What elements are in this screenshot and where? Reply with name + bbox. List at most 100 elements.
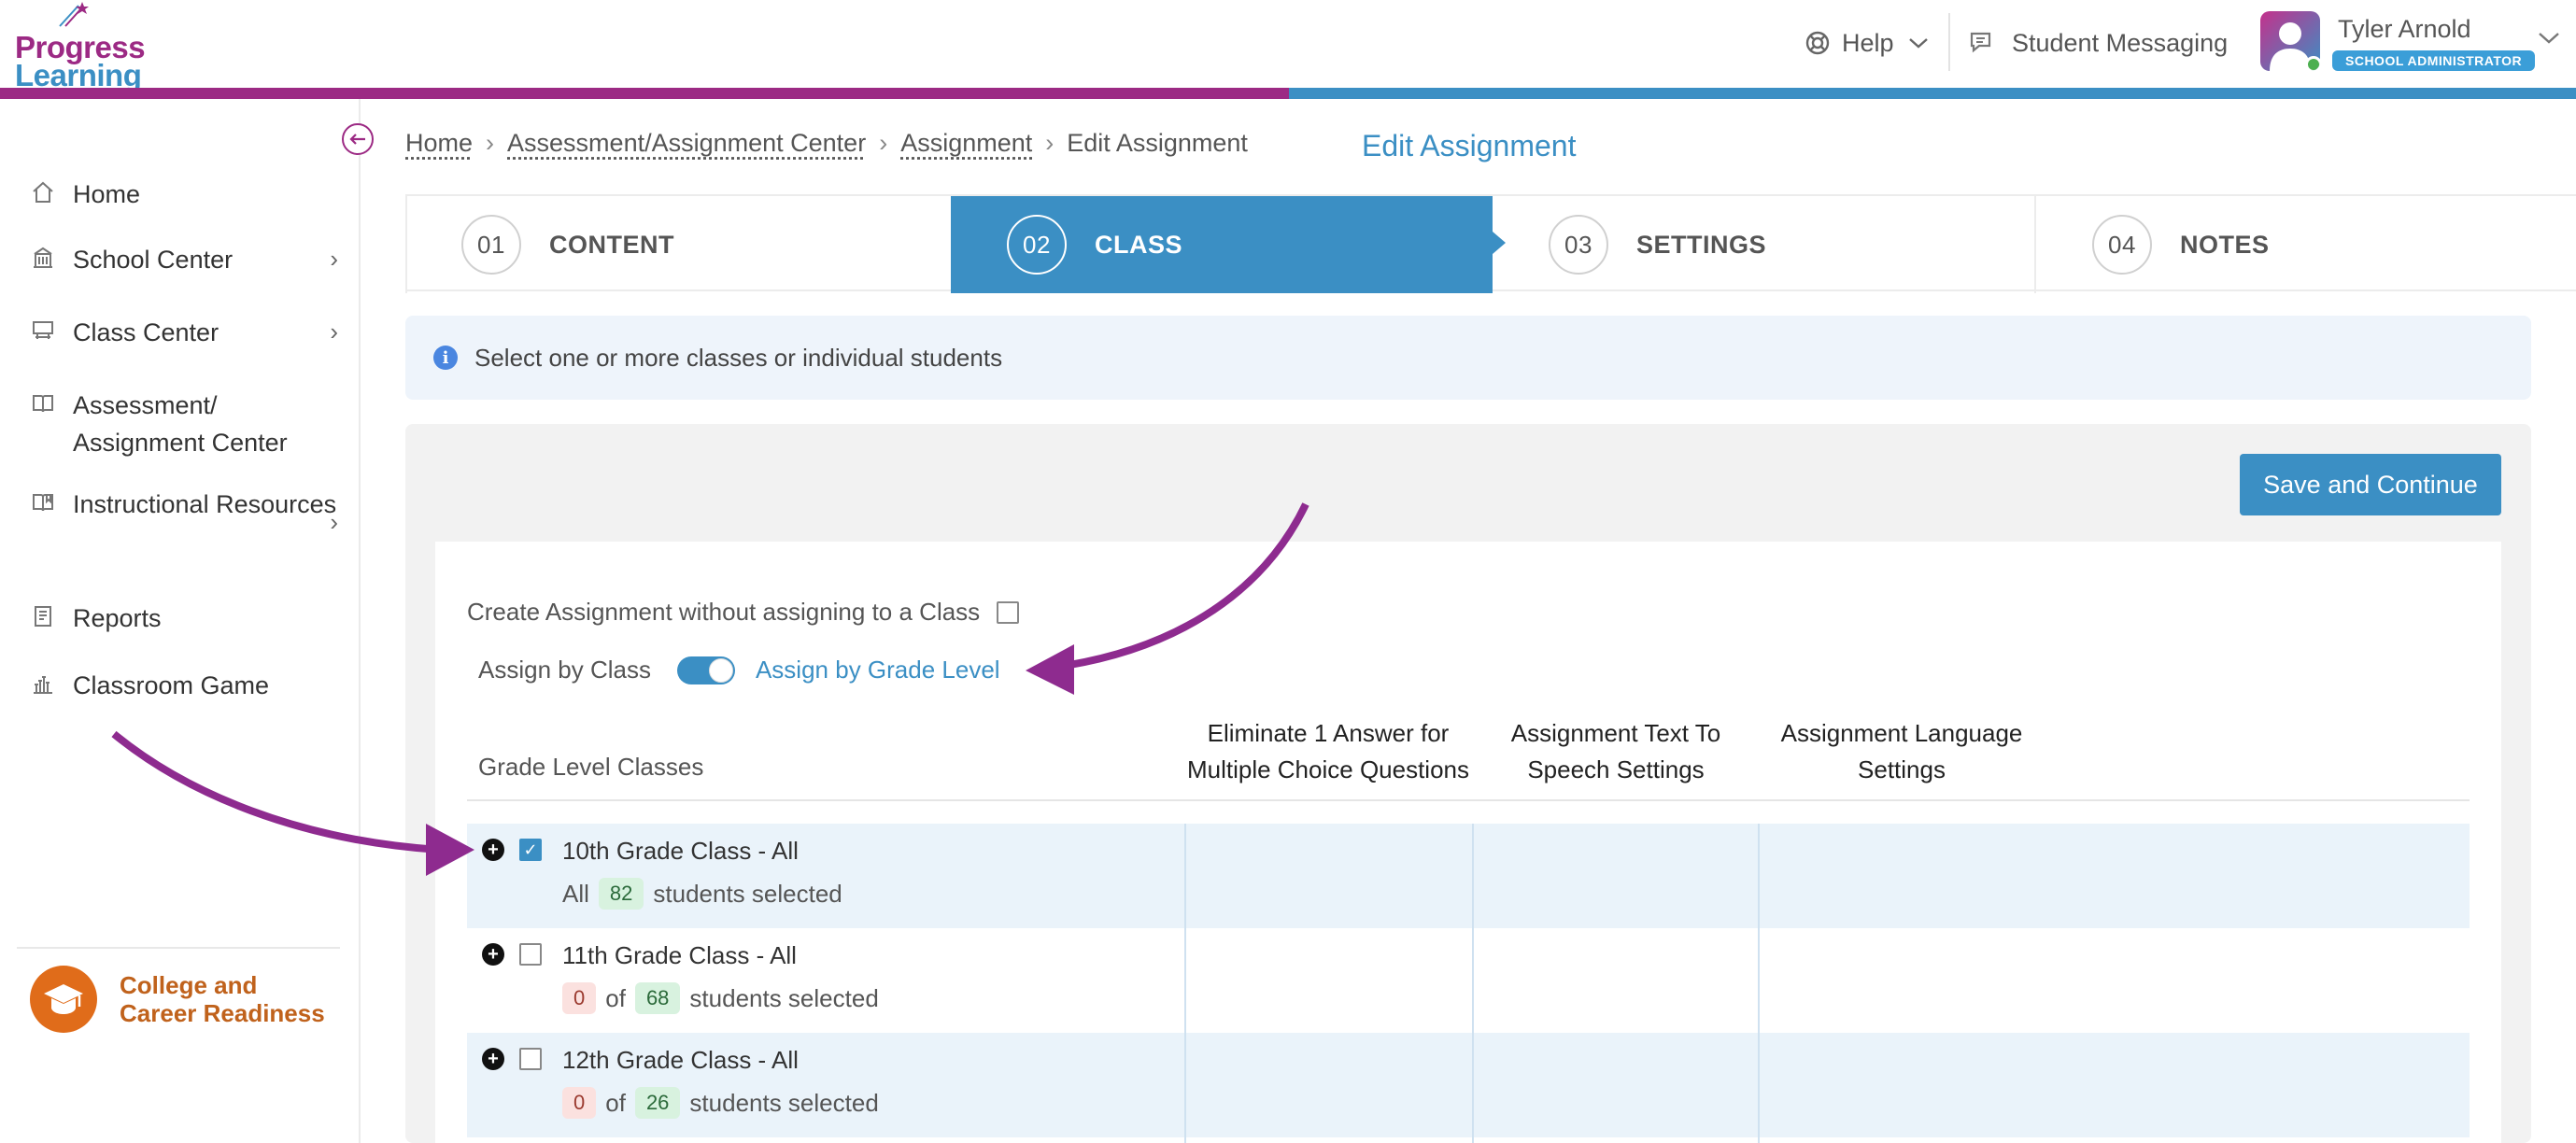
sidebar-item-instructional-resources[interactable]: Instructional Resources › (30, 486, 338, 536)
assign-by-grade-level-label[interactable]: Assign by Grade Level (756, 656, 1000, 684)
collapse-sidebar-button[interactable] (342, 123, 374, 155)
breadcrumb: Home › Assessment/Assignment Center › As… (405, 129, 1248, 158)
header-divider (1948, 13, 1950, 71)
selection-summary: All 82 students selected (562, 878, 842, 910)
column-divider (1184, 824, 1186, 1143)
table-row: + ✓ 10th Grade Class - All All 82 studen… (467, 824, 2470, 928)
sidebar-item-label: Reports (73, 604, 162, 632)
step-settings[interactable]: 03 SETTINGS (1493, 196, 2034, 293)
info-icon: i (433, 346, 458, 370)
step-class[interactable]: 02 CLASS (951, 196, 1493, 293)
text-to-speech-header: Assignment Text To Speech Settings (1476, 715, 1756, 788)
step-label: CLASS (1095, 230, 1183, 259)
user-menu-chevron-icon[interactable] (2537, 30, 2561, 47)
language-settings-header: Assignment Language Settings (1762, 715, 2042, 788)
create-without-class-label: Create Assignment without assigning to a… (467, 598, 981, 626)
ccr-line1: College and (120, 971, 258, 999)
eliminate-answer-header: Eliminate 1 Answer for Multiple Choice Q… (1179, 715, 1478, 788)
selected-count-pill: 0 (562, 1087, 597, 1119)
active-step-pointer (1493, 232, 1506, 254)
step-number: 03 (1549, 215, 1608, 275)
header-line: Speech Settings (1527, 755, 1705, 783)
of-text: of (605, 983, 626, 1012)
sidebar-item-reports[interactable]: Reports (30, 600, 338, 637)
total-students-pill: 68 (634, 982, 681, 1014)
step-content[interactable]: 01 CONTENT (405, 196, 949, 293)
online-status-dot (2305, 56, 2320, 71)
selection-summary: 0 of 68 students selected (562, 982, 879, 1014)
save-and-continue-button[interactable]: Save and Continue (2240, 454, 2501, 515)
chevron-down-icon (1908, 38, 1928, 49)
chevron-right-icon: › (330, 318, 338, 346)
sidebar-item-label: Home (73, 180, 141, 208)
chevron-right-icon: › (330, 245, 338, 273)
game-icon (30, 670, 56, 697)
create-without-class-row: Create Assignment without assigning to a… (467, 598, 1020, 627)
sidebar-item-classroom-game[interactable]: Classroom Game (30, 667, 338, 704)
step-number: 02 (1007, 215, 1067, 275)
help-menu[interactable]: Help (1805, 26, 1930, 60)
logo-star-icon (59, 2, 89, 27)
home-icon (30, 179, 56, 205)
row-checkbox[interactable]: ✓ (519, 839, 542, 861)
book-icon (30, 390, 56, 416)
building-icon (30, 245, 56, 271)
header-line: Multiple Choice Questions (1186, 755, 1470, 783)
expand-plus-icon[interactable]: + (482, 943, 504, 966)
class-name: 12th Grade Class - All (562, 1046, 799, 1074)
table-row: + 12th Grade Class - All 0 of 26 student… (467, 1033, 2470, 1137)
sidebar-item-school-center[interactable]: School Center › (30, 241, 338, 278)
expand-plus-icon[interactable]: + (482, 839, 504, 861)
sidebar-item-label: School Center (73, 246, 234, 274)
chevron-right-icon: › (330, 508, 338, 536)
total-students-pill: 26 (634, 1087, 681, 1119)
grade-level-classes-header: Grade Level Classes (478, 753, 704, 781)
user-name[interactable]: Tyler Arnold (2338, 15, 2471, 44)
selection-summary: 0 of 26 students selected (562, 1087, 879, 1119)
open-book-icon (30, 489, 56, 515)
class-name: 11th Grade Class - All (562, 941, 797, 969)
sidebar-divider (17, 947, 340, 949)
header-line: Assignment Language (1780, 719, 2023, 747)
create-without-class-checkbox[interactable] (997, 600, 1020, 624)
college-career-readiness-link[interactable]: College and Career Readiness (30, 966, 325, 1033)
user-avatar[interactable] (2260, 11, 2320, 71)
breadcrumb-home[interactable]: Home (405, 129, 473, 158)
breadcrumb-assessment-center[interactable]: Assessment/Assignment Center (507, 129, 866, 158)
wizard-steps: 01 CONTENT 02 CLASS 03 SETTINGS 04 NOTES (405, 194, 2576, 293)
row-checkbox[interactable] (519, 1048, 542, 1070)
class-name: 10th Grade Class - All (562, 837, 799, 865)
step-label: CONTENT (549, 230, 674, 259)
sidebar-item-assessment-center[interactable]: Assessment/ Assignment Center (30, 387, 338, 461)
table-row: + 11th Grade Class - All 0 of 68 student… (467, 928, 2470, 1033)
step-label: SETTINGS (1636, 230, 1767, 259)
breadcrumb-assignment[interactable]: Assignment (900, 129, 1032, 158)
header-line: Assignment Text To (1510, 719, 1721, 747)
expand-plus-icon[interactable]: + (482, 1048, 504, 1070)
assign-mode-toggle[interactable] (676, 656, 735, 684)
progress-learning-logo[interactable]: Progress Learning (15, 2, 155, 92)
classroom-icon (30, 318, 56, 344)
step-label: NOTES (2180, 230, 2270, 259)
user-role-badge: SCHOOL ADMINISTRATOR (2332, 50, 2536, 71)
sidebar-item-class-center[interactable]: Class Center › (30, 314, 338, 351)
info-banner: i Select one or more classes or individu… (405, 316, 2531, 400)
of-text: of (605, 1088, 626, 1117)
selection-suffix: students selected (653, 879, 842, 908)
column-divider (1472, 824, 1474, 1143)
step-notes[interactable]: 04 NOTES (2036, 196, 2576, 293)
page-title: Edit Assignment (1362, 129, 1577, 162)
sidebar-item-label: Class Center (73, 318, 219, 346)
top-header: Progress Learning Help Student Messaging… (0, 0, 2576, 92)
assign-by-class-label: Assign by Class (478, 656, 651, 684)
graduation-cap-icon (30, 966, 97, 1033)
info-text: Select one or more classes or individual… (474, 343, 1003, 372)
step-number: 01 (461, 215, 521, 275)
row-checkbox[interactable] (519, 943, 542, 966)
assign-mode-row: Assign by Class Assign by Grade Level (478, 656, 1000, 684)
header-line: Settings (1858, 755, 1946, 783)
sidebar-item-label: Classroom Game (73, 671, 270, 699)
sidebar-item-home[interactable]: Home (30, 176, 338, 213)
student-messaging-link[interactable]: Student Messaging (1969, 26, 2228, 60)
step-number: 04 (2092, 215, 2152, 275)
